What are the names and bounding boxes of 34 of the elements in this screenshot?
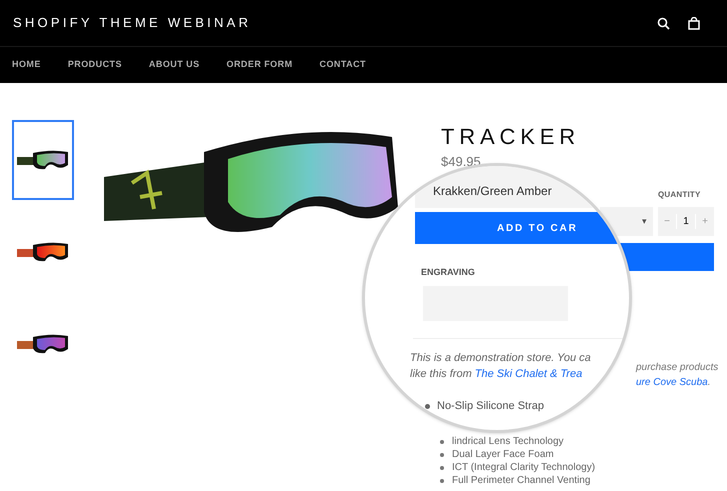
feature-text: Full Perimeter Channel Venting: [452, 474, 590, 487]
bullet-icon: [440, 440, 444, 444]
product-price: $49.95: [441, 153, 481, 171]
store-link[interactable]: The Ski Chalet & Trea: [474, 368, 582, 380]
store-title[interactable]: SHOPIFY THEME WEBINAR: [13, 13, 252, 33]
nav-link[interactable]: ABOUT US: [148, 58, 200, 72]
feature-text: lindrical Lens Technology: [452, 435, 564, 448]
buy-button[interactable]: [620, 243, 714, 271]
nav-link[interactable]: ORDER FORM: [226, 58, 293, 72]
engraving-label: ENGRAVING: [421, 266, 475, 279]
bullet-icon: [440, 452, 444, 456]
bullet-icon: [440, 478, 444, 482]
goggles-thumbnail-icon: [17, 333, 69, 355]
nav-link[interactable]: HOME: [12, 58, 41, 72]
goggles-thumbnail-icon: [17, 241, 69, 263]
bullet-icon: [425, 404, 430, 409]
thumbnail[interactable]: [12, 120, 74, 200]
description-text: This is a demonstration store. You ca like this from The Ski Chalet & Trea: [410, 351, 591, 382]
feature-text: No-Slip Silicone Strap: [437, 399, 544, 414]
store-link[interactable]: ure Cove Scuba: [636, 375, 708, 390]
product-title: TRACKER: [441, 123, 580, 151]
period-text: .: [708, 376, 710, 390]
goggles-thumbnail-icon: [17, 149, 69, 171]
bullet-icon: [440, 466, 444, 470]
quantity-value[interactable]: 1: [676, 214, 696, 229]
nav-link[interactable]: CONTACT: [320, 58, 366, 72]
feature-text: Dual Layer Face Foam: [452, 448, 554, 461]
search-icon[interactable]: [657, 16, 670, 30]
shopping-bag-icon[interactable]: [688, 16, 700, 30]
feature-text: ICT (Integral Clarity Technology): [452, 461, 596, 474]
description-text: purchase products: [636, 361, 718, 375]
caret-icon: ▾: [642, 214, 647, 228]
quantity-label: QUANTITY: [658, 189, 700, 201]
nav-link[interactable]: PRODUCTS: [68, 58, 122, 72]
